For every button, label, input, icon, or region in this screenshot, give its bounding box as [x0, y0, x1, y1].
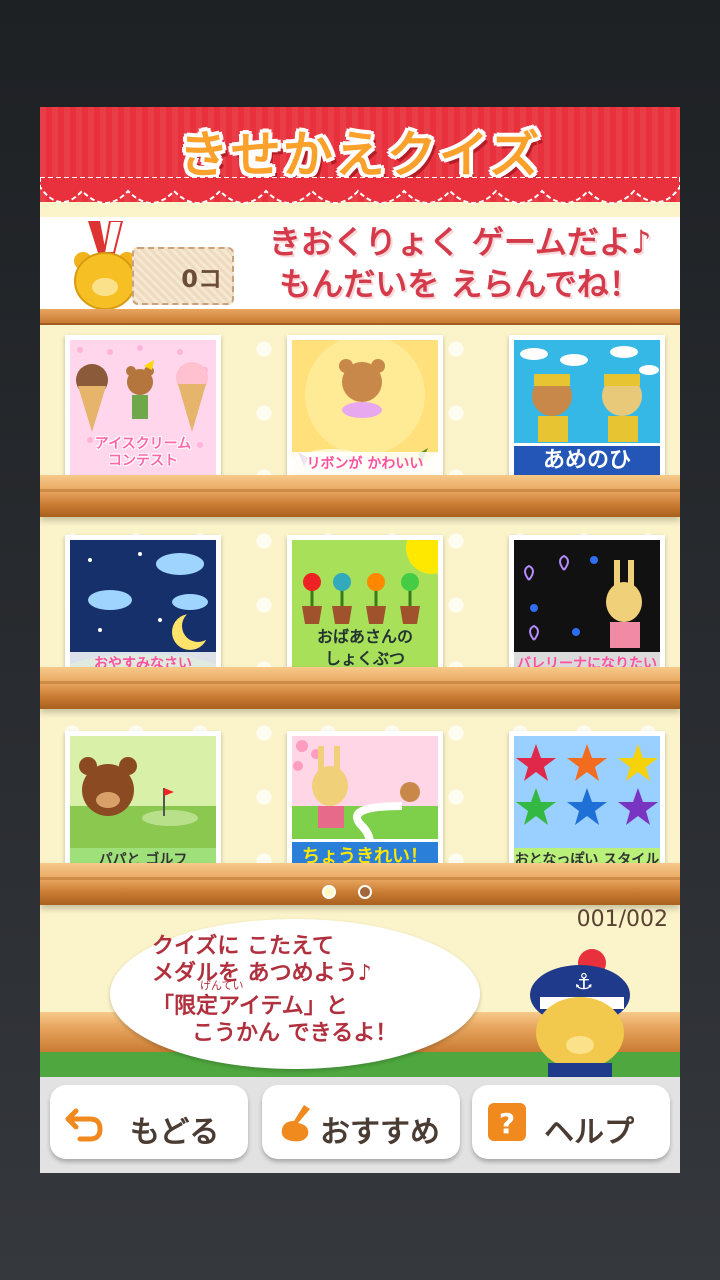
quiz-card-label: アイスクリーム コンテスト	[94, 436, 192, 469]
medal-icon	[74, 221, 136, 310]
back-label: もどる	[130, 1115, 220, 1150]
quiz-card-label: おばあさんの しょくぶつ	[316, 627, 413, 668]
shelf-2	[40, 667, 680, 709]
quiz-card-ribbon[interactable]: リボンが かわいい	[287, 335, 443, 485]
page-dot-active[interactable]	[322, 885, 336, 899]
medal-counter: 0コ	[132, 247, 234, 305]
bubble-line-3: 「限定アイテム」と	[152, 994, 348, 1019]
help-button[interactable]: ? ヘルプ	[472, 1085, 670, 1159]
back-arrow-icon	[65, 1108, 103, 1142]
quiz-card-ice-cream[interactable]: アイスクリーム コンテスト	[65, 335, 221, 485]
back-button[interactable]: もどる	[50, 1085, 248, 1159]
bubble-line-1: クイズに こたえて	[152, 934, 334, 959]
game-screen: きせかえクイズ 0コ きおくりょく ゲームだよ♪ もんだいを えらんでね！ アイ…	[40, 107, 680, 1173]
help-label: ヘルプ	[544, 1115, 634, 1150]
shelf-1	[40, 475, 680, 517]
quiz-card-grandma-plants[interactable]: おばあさんの しょくぶつ	[287, 535, 443, 685]
instruction-text: きおくりょく ゲームだよ♪ もんだいを えらんでね！	[250, 221, 670, 305]
quiz-card-ballerina[interactable]: バレリーナになりたい	[509, 535, 665, 685]
svg-text:?: ?	[499, 1107, 515, 1140]
instruction-line-2: もんだいを えらんでね！	[279, 265, 641, 303]
quiz-card-rainy-day[interactable]: あめのひ	[509, 335, 665, 485]
page-dot[interactable]	[358, 885, 372, 899]
quiz-card-grown-up-style[interactable]: おとなっぽい スタイル	[509, 731, 665, 881]
pointing-hand-icon	[281, 1105, 310, 1142]
curtain-scallops	[40, 177, 680, 204]
bubble-line-2: メダルを あつめよう♪	[152, 961, 372, 986]
shelf-3	[40, 863, 680, 905]
sailor-bear-mascot: ⚓	[530, 949, 630, 1077]
bubble-line-4: こうかん できるよ！	[192, 1021, 398, 1046]
page-number: 001/002	[576, 907, 668, 932]
question-icon: ?	[488, 1103, 526, 1141]
recommend-button[interactable]: おすすめ	[262, 1085, 460, 1159]
info-band: 0コ きおくりょく ゲームだよ♪ もんだいを えらんでね！	[40, 217, 680, 317]
quiz-card-label: リボンが かわいい	[292, 452, 438, 476]
quiz-card-good-night[interactable]: おやすみなさい	[65, 535, 221, 685]
quiz-card-label: あめのひ	[514, 443, 660, 476]
quiz-card-golf[interactable]: パパと ゴルフ	[65, 731, 221, 881]
speech-bubble-text: クイズに こたえて メダルを あつめよう♪ 「限定アイテム」と こうかん できる…	[152, 933, 472, 1047]
instruction-line-1: きおくりょく ゲームだよ♪	[268, 223, 652, 261]
bottom-nav: もどる おすすめ ? ヘルプ	[40, 1077, 680, 1173]
svg-text:⚓: ⚓	[574, 970, 594, 995]
medal-count: 0コ	[181, 265, 222, 293]
shelf-top-rail	[40, 309, 680, 325]
quiz-card-butterfly[interactable]: ちょうきれい！	[287, 731, 443, 881]
recommend-label: おすすめ	[320, 1115, 440, 1150]
